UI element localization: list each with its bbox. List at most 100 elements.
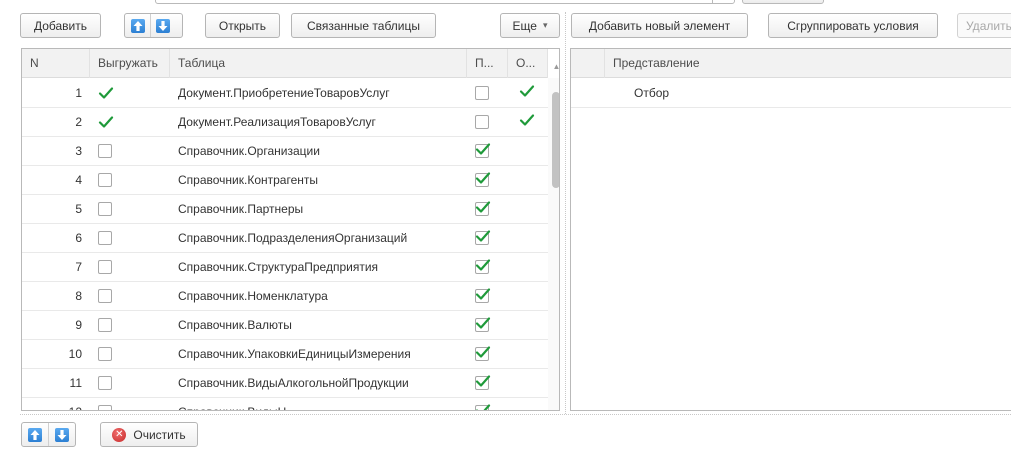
checkmark-icon — [519, 113, 535, 130]
column-header-marker — [571, 49, 605, 78]
export-checkbox[interactable] — [98, 260, 112, 274]
export-checkbox[interactable] — [98, 318, 112, 332]
row-number: 8 — [75, 289, 82, 303]
arrow-down-icon — [55, 427, 70, 442]
filter-row-label: Отбор — [634, 86, 670, 100]
column-header-n[interactable]: N — [22, 49, 90, 78]
table-row[interactable]: 4 Справочник.Контрагенты — [22, 166, 548, 195]
p-checkbox[interactable] — [475, 142, 491, 159]
export-checkbox[interactable] — [98, 289, 112, 303]
filter-row[interactable]: Отбор — [571, 79, 1011, 108]
table-name: Документ.ПриобретениеТоваровУслуг — [178, 86, 390, 100]
p-checkbox[interactable] — [475, 86, 489, 100]
table-name: Справочник.Номенклатура — [178, 289, 328, 303]
p-checkbox[interactable] — [475, 229, 491, 246]
row-number: 5 — [75, 202, 82, 216]
table-row[interactable]: 8 Справочник.Номенклатура — [22, 282, 548, 311]
chevron-down-icon: ▾ — [542, 20, 548, 30]
table-name: Справочник.ПодразделенияОрганизаций — [178, 231, 408, 245]
table-row[interactable]: 11 Справочник.ВидыАлкогольнойПродукции — [22, 369, 548, 398]
table-name: Документ.РеализацияТоваровУслуг — [178, 115, 376, 129]
scroll-up-icon[interactable]: ▲ — [548, 60, 559, 74]
table-row[interactable]: 1 Документ.ПриобретениеТоваровУслуг — [22, 79, 548, 108]
row-number: 9 — [75, 318, 82, 332]
clear-label: Очистить — [133, 427, 186, 442]
open-button[interactable]: Открыть — [205, 13, 280, 38]
column-header-o[interactable]: О... — [508, 49, 548, 78]
filter-grid-header: Представление — [571, 49, 1011, 78]
column-header-table[interactable]: Таблица — [170, 49, 467, 78]
scroll-thumb[interactable] — [552, 92, 559, 188]
add-new-element-button[interactable]: Добавить новый элемент — [571, 13, 748, 38]
move-buttons-group — [124, 13, 183, 38]
checkmark-icon — [475, 229, 491, 246]
export-checkbox[interactable] — [98, 231, 112, 245]
table-row[interactable]: 5 Справочник.Партнеры — [22, 195, 548, 224]
row-number: 6 — [75, 231, 82, 245]
export-checkbox[interactable] — [98, 347, 112, 361]
checkmark-icon — [475, 142, 491, 159]
clear-icon: ✕ — [112, 427, 127, 442]
top-partial-button[interactable] — [742, 0, 824, 4]
bottom-move-down-button[interactable] — [48, 423, 75, 446]
p-checkbox[interactable] — [475, 288, 491, 303]
top-field-dropdown-button[interactable] — [712, 0, 734, 4]
p-checkbox[interactable] — [475, 375, 491, 390]
arrow-down-icon — [156, 18, 170, 33]
p-checkbox[interactable] — [475, 172, 491, 187]
tables-grid[interactable]: N Выгружать Таблица П... О... 1 Документ.… — [21, 48, 560, 411]
arrow-up-icon — [28, 427, 43, 442]
table-name: Справочник.Контрагенты — [178, 173, 318, 187]
related-tables-button[interactable]: Связанные таблицы — [291, 13, 436, 38]
table-name: Справочник.Организации — [178, 144, 320, 158]
more-menu-button[interactable]: Еще ▾ — [500, 13, 560, 38]
table-row[interactable]: 7 Справочник.СтруктураПредприятия — [22, 253, 548, 282]
bottom-divider — [20, 414, 1011, 415]
top-search-field[interactable] — [155, 0, 735, 4]
bottom-move-up-button[interactable] — [22, 423, 48, 446]
export-checkbox[interactable] — [98, 86, 114, 100]
p-checkbox[interactable] — [475, 346, 491, 361]
table-name: Справочник.ВидыАлкогольнойПродукции — [178, 376, 409, 390]
export-checkbox[interactable] — [98, 173, 112, 187]
export-checkbox[interactable] — [98, 376, 112, 390]
export-checkbox[interactable] — [98, 202, 112, 216]
table-row[interactable]: 3 Справочник.Организации — [22, 137, 548, 166]
row-number: 2 — [75, 115, 82, 129]
column-header-p[interactable]: П... — [467, 49, 508, 78]
column-header-export[interactable]: Выгружать — [90, 49, 170, 78]
table-row[interactable]: 2 Документ.РеализацияТоваровУслуг — [22, 108, 548, 137]
move-down-button[interactable] — [150, 14, 175, 37]
row-number: 1 — [75, 86, 82, 100]
checkmark-icon — [475, 200, 491, 217]
row-number: 10 — [68, 347, 82, 361]
group-conditions-button[interactable]: Сгруппировать условия — [768, 13, 938, 38]
export-checkbox[interactable] — [98, 405, 112, 410]
table-row[interactable]: 10 Справочник.УпаковкиЕдиницыИзмерения — [22, 340, 548, 369]
export-checkbox[interactable] — [98, 115, 114, 132]
column-header-representation[interactable]: Представление — [605, 49, 1011, 78]
p-checkbox[interactable] — [475, 115, 489, 129]
move-up-button[interactable] — [125, 14, 150, 37]
p-checkbox[interactable] — [475, 317, 491, 332]
row-number: 7 — [75, 260, 82, 274]
arrow-up-icon — [130, 18, 145, 33]
table-row[interactable]: 12 Справочник.ВидыН... — [22, 398, 548, 410]
p-checkbox[interactable] — [475, 200, 491, 217]
vertical-scrollbar[interactable]: ▲ ▼ — [548, 62, 559, 410]
panel-splitter[interactable] — [565, 12, 566, 414]
checkmark-icon — [519, 84, 535, 101]
row-number: 3 — [75, 144, 82, 158]
row-number: 4 — [75, 173, 82, 187]
table-row[interactable]: 9 Справочник.Валюты — [22, 311, 548, 340]
clear-button[interactable]: ✕ Очистить — [100, 422, 198, 447]
table-row[interactable]: 6 Справочник.ПодразделенияОрганизаций — [22, 224, 548, 253]
export-checkbox[interactable] — [98, 144, 112, 158]
filter-grid[interactable]: Представление Отбор — [570, 48, 1011, 411]
more-label: Еще — [512, 18, 537, 33]
checkmark-icon — [98, 115, 114, 132]
p-checkbox[interactable] — [475, 259, 491, 274]
p-checkbox[interactable] — [475, 404, 491, 410]
add-button[interactable]: Добавить — [20, 13, 101, 38]
delete-button[interactable]: Удалить — [957, 13, 1011, 38]
